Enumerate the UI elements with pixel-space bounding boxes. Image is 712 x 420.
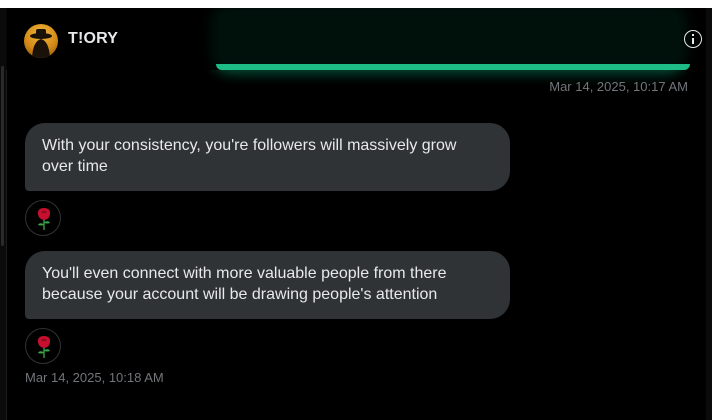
dm-conversation-window: T!ORY Mar 14, 2025, 10:17 AM With your c… (0, 8, 712, 420)
right-edge (706, 8, 712, 420)
received-timestamp: Mar 14, 2025, 10:18 AM (25, 370, 164, 385)
silhouette-avatar-icon[interactable] (24, 24, 58, 58)
sent-timestamp: Mar 14, 2025, 10:17 AM (549, 79, 688, 94)
received-message-bubble[interactable]: With your consistency, you're followers … (25, 123, 510, 191)
conversation-header: T!ORY (6, 8, 706, 70)
received-message-bubble[interactable]: You'll even connect with more valuable p… (25, 251, 510, 319)
rose-reaction-icon[interactable] (25, 328, 61, 364)
left-scrollbar-thumb[interactable] (1, 66, 4, 246)
info-icon[interactable] (684, 30, 702, 48)
rose-reaction-icon[interactable] (25, 200, 61, 236)
sent-message-bubble[interactable] (216, 64, 690, 70)
contact-name[interactable]: T!ORY (68, 30, 118, 48)
